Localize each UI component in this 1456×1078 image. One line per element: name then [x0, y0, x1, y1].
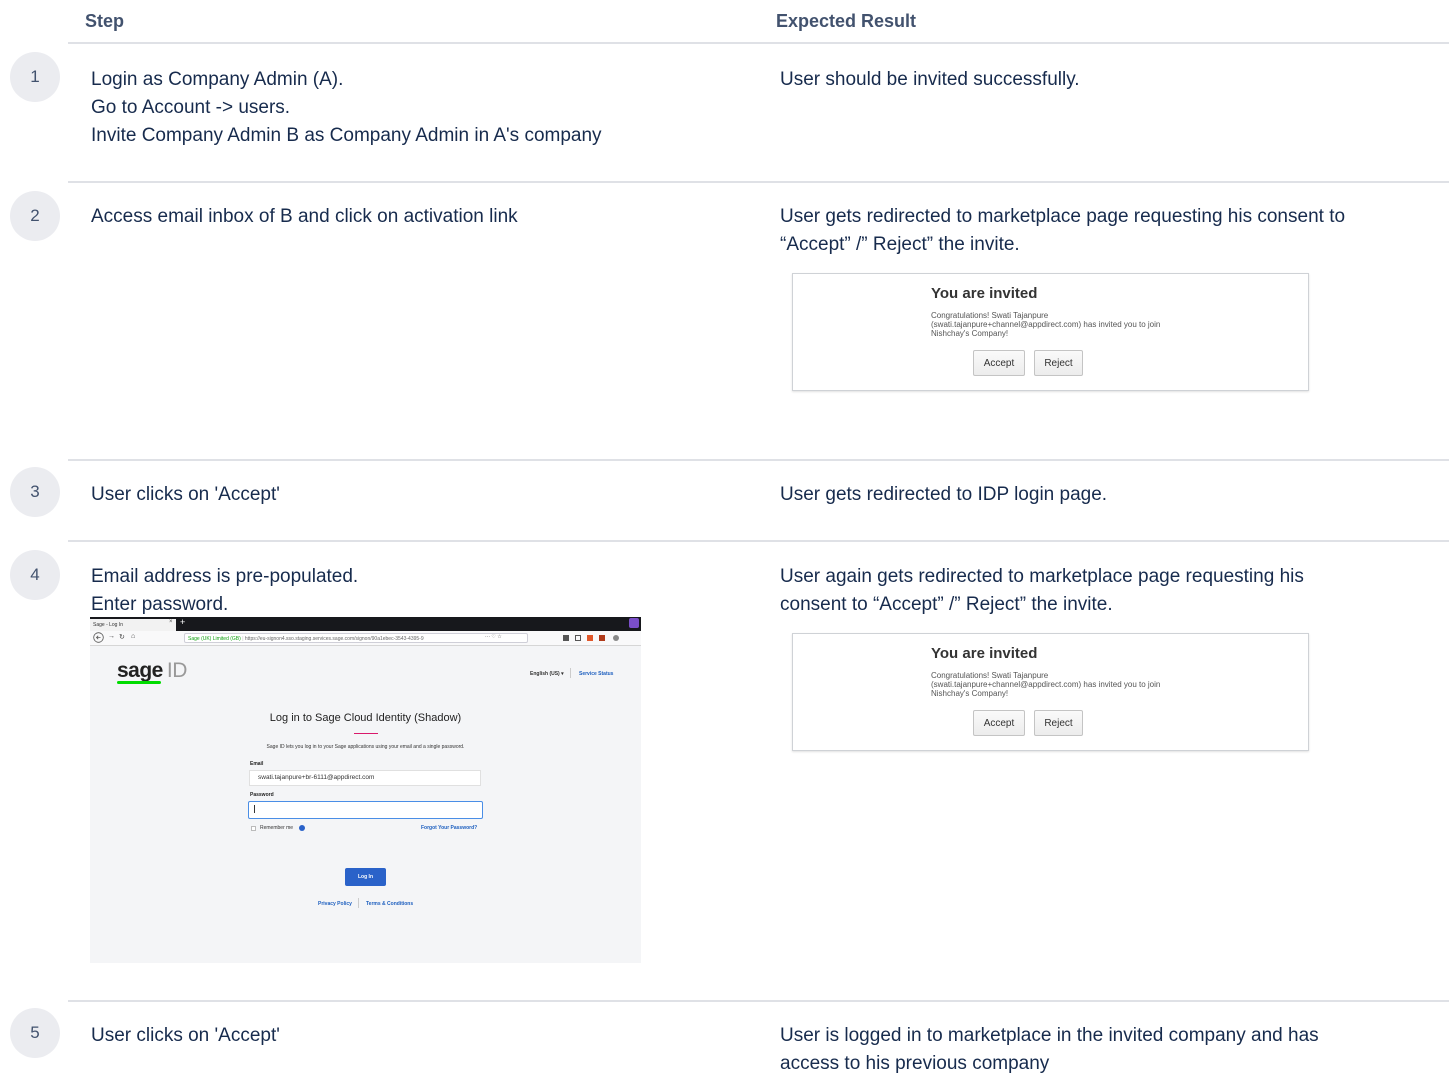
accept-button[interactable]: Accept	[973, 350, 1025, 376]
library-icon[interactable]	[563, 635, 569, 641]
expected-line: consent to “Accept” /” Reject” the invit…	[780, 594, 1113, 615]
reload-icon[interactable]: ↻	[119, 633, 125, 641]
row-divider	[68, 1000, 1449, 1002]
expected-line: User gets redirected to marketplace page…	[780, 206, 1346, 227]
step-text: User clicks on 'Accept'	[91, 481, 280, 509]
step-number-badge: 5	[10, 1008, 60, 1058]
header-divider	[68, 42, 1449, 44]
footer-separator	[358, 898, 359, 908]
step-number-badge: 2	[10, 191, 60, 241]
browser-tab[interactable]: Sage - Log In	[90, 619, 176, 631]
step-number-badge: 3	[10, 467, 60, 517]
invite-title: You are invited	[931, 285, 1038, 302]
login-subtext: Sage ID lets you log in to your Sage app…	[266, 744, 465, 750]
tab-close-icon[interactable]: ×	[169, 619, 173, 625]
expected-text: User gets redirected to IDP login page.	[780, 481, 1107, 509]
invite-message-line: Nishchay's Company!	[931, 329, 1009, 338]
row-divider	[68, 459, 1449, 461]
expected-text: User should be invited successfully.	[780, 66, 1080, 94]
privacy-policy-link[interactable]: Privacy Policy	[318, 901, 352, 907]
url-bar[interactable]: Sage (UK) Limited (GB) | https://eu-sign…	[184, 633, 528, 643]
step-number-badge: 4	[10, 550, 60, 600]
extension-icon	[629, 618, 639, 628]
login-button[interactable]: Log In	[345, 868, 386, 886]
site-identity: Sage (UK) Limited (GB)	[188, 636, 241, 642]
text-cursor	[254, 805, 255, 814]
step-line: Invite Company Admin B as Company Admin …	[91, 125, 602, 146]
row-divider	[68, 540, 1449, 542]
step-line: Login as Company Admin (A).	[91, 69, 344, 90]
invite-card: You are invited Congratulations! Swati T…	[792, 633, 1309, 751]
step-text: Login as Company Admin (A). Go to Accoun…	[91, 66, 602, 150]
invite-message-line: Congratulations! Swati Tajanpure	[931, 671, 1049, 680]
step-line: User clicks on 'Accept'	[91, 484, 280, 505]
remember-me-checkbox[interactable]	[251, 826, 256, 831]
invite-title: You are invited	[931, 645, 1038, 662]
step-number-badge: 1	[10, 52, 60, 102]
step-text: Access email inbox of B and click on act…	[91, 203, 518, 231]
service-status-link[interactable]: Service Status	[579, 671, 613, 677]
expected-text: User is logged in to marketplace in the …	[780, 1022, 1319, 1078]
page-actions-icon[interactable]: ··· ♡ ☆	[485, 634, 502, 640]
expected-line: User should be invited successfully.	[780, 69, 1080, 90]
forward-arrow-icon[interactable]: →	[108, 633, 115, 640]
pocket-icon[interactable]	[587, 635, 593, 641]
expected-line: User is logged in to marketplace in the …	[780, 1025, 1319, 1046]
terms-link[interactable]: Terms & Conditions	[366, 901, 413, 907]
invite-message-line: Nishchay's Company!	[931, 689, 1009, 698]
forgot-password-link[interactable]: Forgot Your Password?	[421, 825, 477, 831]
step-line: Access email inbox of B and click on act…	[91, 206, 518, 227]
expected-line: User gets redirected to IDP login page.	[780, 484, 1108, 505]
info-icon[interactable]	[299, 825, 305, 831]
step-text: Email address is pre-populated. Enter pa…	[91, 563, 358, 619]
invite-message-line: (swati.tajanpure+channel@appdirect.com) …	[931, 320, 1161, 329]
remember-me-label: Remember me	[260, 825, 294, 831]
sidebar-icon[interactable]	[575, 635, 581, 641]
new-tab-icon[interactable]: +	[180, 617, 185, 627]
browser-toolbar: → ↻ ⌂ Sage (UK) Limited (GB) | https://e…	[90, 631, 641, 646]
step-line: Enter password.	[91, 594, 229, 615]
step-line: User clicks on 'Accept'	[91, 1025, 280, 1046]
expected-result-column-header: Expected Result	[776, 11, 917, 31]
invite-message: Congratulations! Swati Tajanpure (swati.…	[931, 311, 1160, 338]
invite-message-line: Congratulations! Swati Tajanpure	[931, 311, 1049, 320]
invite-card: You are invited Congratulations! Swati T…	[792, 273, 1309, 391]
header-separator	[570, 668, 571, 678]
browser-tab-bar: Sage - Log In × +	[90, 617, 641, 631]
login-heading: Log in to Sage Cloud Identity (Shadow)	[269, 712, 462, 724]
language-select[interactable]: English (US) ▾	[530, 671, 564, 677]
password-input[interactable]	[248, 801, 483, 819]
password-label: Password	[250, 792, 274, 798]
back-arrow-icon[interactable]	[93, 632, 104, 643]
addon-icon[interactable]	[599, 635, 605, 641]
step-text: User clicks on 'Accept'	[91, 1022, 280, 1050]
login-page-screenshot: Sage - Log In × + → ↻ ⌂ Sage (UK) Limite…	[90, 617, 641, 963]
invite-message-line: (swati.tajanpure+channel@appdirect.com) …	[931, 680, 1161, 689]
step-column-header: Step	[85, 11, 125, 31]
sage-id-logo: sage ID	[117, 659, 187, 684]
row-divider	[68, 181, 1449, 183]
toolbar-icons	[563, 635, 623, 641]
home-icon[interactable]: ⌂	[131, 633, 135, 640]
email-input[interactable]: swati.tajanpure+br-6111@appdirect.com	[249, 770, 481, 786]
expected-line: access to his previous company	[780, 1053, 1050, 1074]
expected-text: User gets redirected to marketplace page…	[780, 203, 1345, 259]
email-label: Email	[250, 761, 264, 767]
step-line: Go to Account -> users.	[91, 97, 291, 118]
menu-icon[interactable]	[613, 635, 619, 641]
sage-login-page: sage ID English (US) ▾ Service Status Log…	[90, 646, 641, 963]
heading-accent	[354, 733, 378, 734]
reject-button[interactable]: Reject	[1034, 350, 1083, 376]
expected-line: “Accept” /” Reject” the invite.	[780, 234, 1020, 255]
invite-message: Congratulations! Swati Tajanpure (swati.…	[931, 671, 1160, 698]
accept-button[interactable]: Accept	[973, 710, 1025, 736]
url-text: https://eu-signon4.sso.staging.services.…	[244, 636, 424, 642]
sage-logo-underline	[117, 681, 161, 684]
expected-line: User again gets redirected to marketplac…	[780, 566, 1304, 587]
step-line: Email address is pre-populated.	[91, 566, 359, 587]
expected-text: User again gets redirected to marketplac…	[780, 563, 1304, 619]
reject-button[interactable]: Reject	[1034, 710, 1083, 736]
